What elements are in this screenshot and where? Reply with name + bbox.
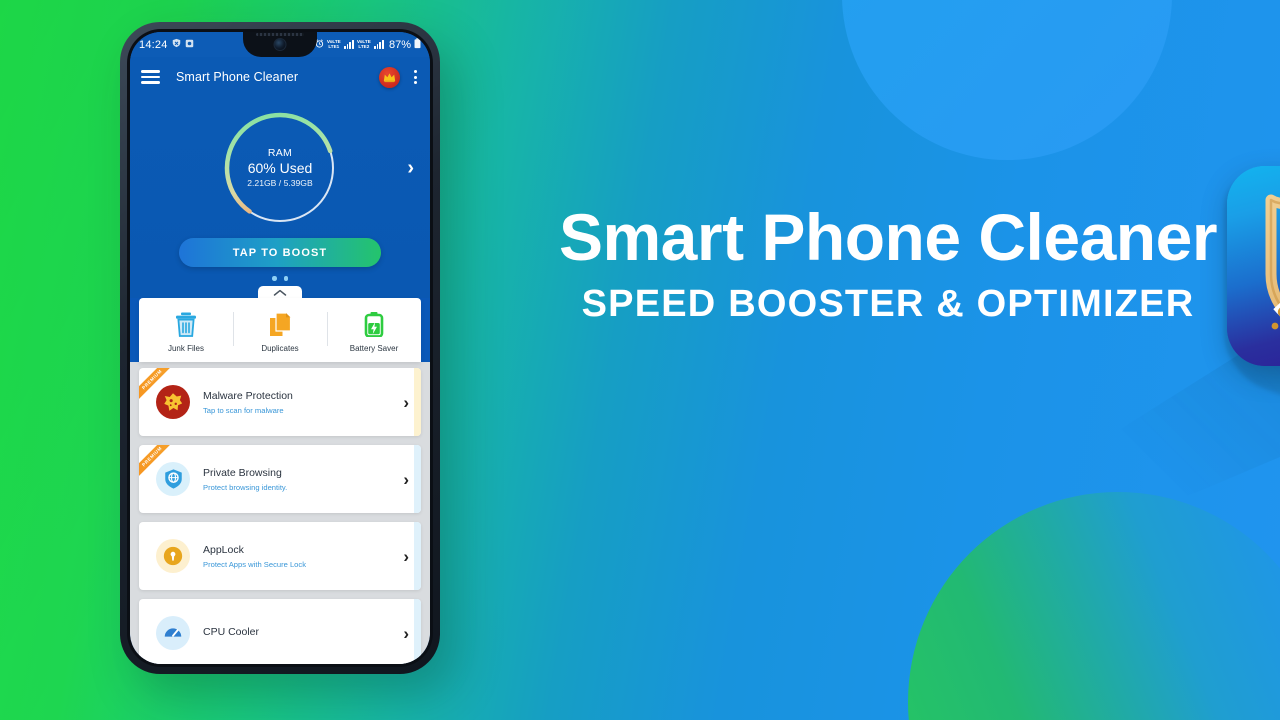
duplicate-files-icon [269, 310, 292, 338]
ram-gauge: RAM 60% Used 2.21GB / 5.39GB [221, 109, 339, 227]
virus-icon [156, 385, 190, 419]
feature-title: Malware Protection [203, 390, 293, 403]
battery-percent: 87% [388, 38, 411, 51]
ram-percent-text: 60% Used [247, 160, 313, 177]
feature-card-applock[interactable]: AppLock Protect Apps with Secure Lock › [139, 522, 421, 590]
chevron-right-icon[interactable]: › [407, 158, 414, 178]
crown-icon[interactable] [379, 66, 400, 88]
feature-card-malware-protection[interactable]: PREMIUM Malware Protection Tap to scan f… [139, 368, 421, 436]
card-edge-accent [414, 522, 421, 590]
card-edge-accent [414, 445, 421, 513]
ram-detail-text: 2.21GB / 5.39GB [247, 178, 313, 189]
feature-subtitle: Protect browsing identity. [203, 482, 288, 492]
ram-status-row[interactable]: RAM 60% Used 2.21GB / 5.39GB › [130, 107, 430, 229]
battery-bolt-icon [364, 310, 384, 338]
chevron-right-icon[interactable]: › [403, 471, 409, 488]
app-bar: Smart Phone Cleaner [130, 57, 430, 97]
ram-label: RAM [267, 146, 293, 159]
brand-panel: Smart Phone Cleaner SPEED BOOSTER & OPTI… [480, 0, 1280, 720]
sim2-signal-icon: VoLTE LTE2 [356, 38, 371, 49]
quick-actions-bar: Junk Files Duplicates Battery Saver [139, 298, 421, 362]
speedometer-icon [156, 616, 190, 650]
shield-globe-icon [156, 462, 190, 496]
sim1-bars-icon [343, 40, 354, 49]
chevron-right-icon[interactable]: › [403, 394, 409, 411]
quick-action-label: Battery Saver [349, 344, 399, 353]
feature-card-private-browsing[interactable]: PREMIUM Private Browsing Protect browsin… [139, 445, 421, 513]
trash-icon [175, 310, 197, 338]
card-edge-accent [414, 368, 421, 436]
hamburger-icon[interactable] [141, 70, 160, 84]
lock-icon [156, 539, 190, 573]
speaker-grille [256, 33, 304, 36]
quick-action-junk-files[interactable]: Junk Files [139, 310, 233, 353]
feature-title: CPU Cooler [203, 625, 260, 638]
battery-icon [414, 37, 421, 52]
feature-text: AppLock Protect Apps with Secure Lock [203, 543, 403, 568]
feature-title: Private Browsing [203, 467, 282, 480]
app-bar-title: Smart Phone Cleaner [176, 70, 299, 84]
quick-action-label: Junk Files [167, 344, 204, 353]
status-time: 14:24 [139, 38, 168, 51]
feature-card-cpu-cooler[interactable]: CPU Cooler › [139, 599, 421, 664]
feature-text: Private Browsing Protect browsing identi… [203, 466, 403, 491]
card-edge-accent [414, 599, 421, 664]
phone-mockup: 14:24 VoLTE LTE1 VoLTE LTE2 87% Smart Ph… [120, 22, 440, 674]
feature-text: CPU Cooler [203, 625, 403, 641]
quick-action-label: Duplicates [261, 344, 299, 353]
quick-action-duplicates[interactable]: Duplicates [233, 310, 327, 353]
screenshot-icon [185, 39, 194, 51]
chevron-right-icon[interactable]: › [403, 548, 409, 565]
overflow-menu-icon[interactable] [412, 67, 419, 87]
tap-to-boost-button[interactable]: TAP TO BOOST [179, 238, 381, 267]
mute-icon [172, 38, 181, 51]
sim1-signal-icon: VoLTE LTE1 [326, 38, 341, 49]
hero-section: RAM 60% Used 2.21GB / 5.39GB › TAP TO BO… [130, 97, 430, 300]
front-camera-icon [273, 38, 287, 51]
promo-banner: Smart Phone Cleaner SPEED BOOSTER & OPTI… [0, 0, 1280, 720]
brand-title: Smart Phone Cleaner [558, 200, 1218, 274]
brand-subtitle: SPEED BOOSTER & OPTIMIZER [581, 283, 1195, 325]
feature-text: Malware Protection Tap to scan for malwa… [203, 389, 403, 414]
feature-subtitle: Tap to scan for malware [203, 405, 284, 415]
phone-bezel: 14:24 VoLTE LTE1 VoLTE LTE2 87% Smart Ph… [127, 29, 433, 667]
phone-screen: 14:24 VoLTE LTE1 VoLTE LTE2 87% Smart Ph… [130, 32, 430, 664]
quick-action-battery-saver[interactable]: Battery Saver [327, 310, 421, 353]
feature-list: PREMIUM Malware Protection Tap to scan f… [130, 362, 430, 664]
status-bar-left: 14:24 [139, 38, 194, 51]
ram-gauge-text: RAM 60% Used 2.21GB / 5.39GB [221, 109, 339, 227]
feature-title: AppLock [203, 544, 244, 557]
feature-subtitle: Protect Apps with Secure Lock [203, 559, 306, 569]
status-bar-right: VoLTE LTE1 VoLTE LTE2 87% [315, 37, 421, 52]
drawer-handle[interactable] [130, 276, 430, 300]
page-indicator-dots [272, 276, 288, 281]
sim2-bars-icon [373, 40, 384, 49]
chevron-right-icon[interactable]: › [403, 625, 409, 642]
